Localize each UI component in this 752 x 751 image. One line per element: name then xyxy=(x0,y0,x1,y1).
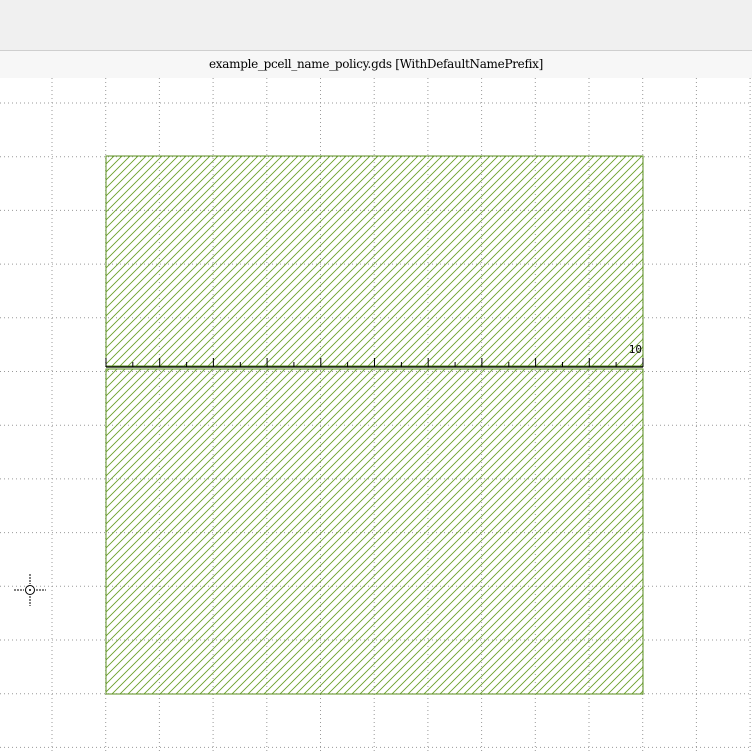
ruler-label: 10 xyxy=(629,343,642,356)
cell-shape-upper[interactable] xyxy=(105,155,644,367)
toolbar xyxy=(0,0,752,51)
view-title: example_pcell_name_policy.gds [WithDefau… xyxy=(209,57,543,71)
view-titlebar: example_pcell_name_policy.gds [WithDefau… xyxy=(0,51,752,78)
cell-shape-lower[interactable] xyxy=(105,368,644,695)
layout-canvas[interactable]: 10 xyxy=(0,78,752,751)
crosshair-origin-icon xyxy=(14,574,46,606)
